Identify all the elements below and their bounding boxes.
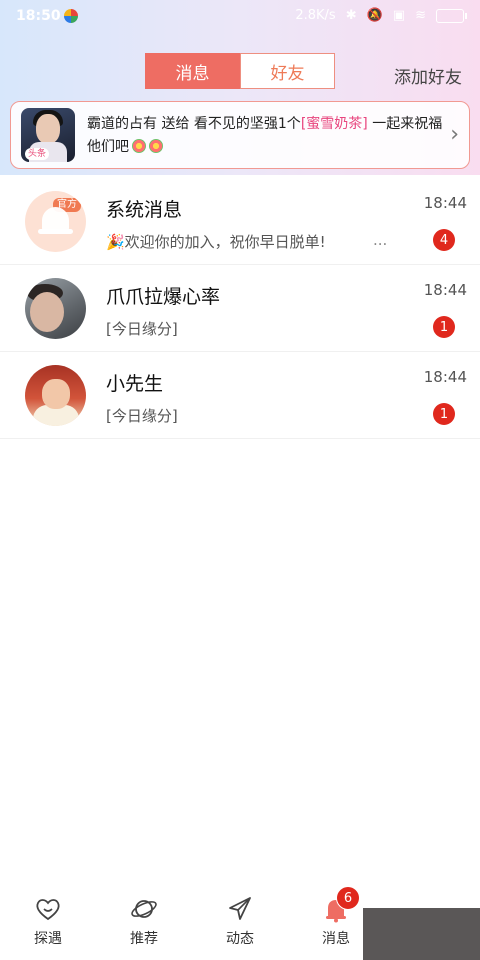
wifi-icon: ≋ [415, 8, 426, 23]
tab-messages[interactable]: 消息 [145, 53, 240, 89]
message-preview: [今日缘分] [106, 320, 178, 338]
nav-item-explore[interactable]: 探遇 [18, 894, 78, 948]
add-friend-button[interactable]: 添加好友 [394, 63, 462, 88]
message-row-user2[interactable]: 小先生 [今日缘分] 18:44 1 [0, 352, 480, 439]
user-avatar[interactable] [25, 365, 86, 426]
message-time: 18:44 [423, 194, 467, 212]
nav-label: 消息 [322, 931, 350, 947]
gift-banner[interactable]: 头条 霸道的占有 送给 看不见的坚强1个[蜜雪奶茶] 一起来祝福他们吧 › [10, 101, 470, 169]
flower-emoji-icon [149, 139, 163, 153]
message-name: 系统消息 [106, 199, 183, 221]
system-avatar[interactable]: 官方 [25, 191, 86, 252]
unread-badge: 1 [433, 316, 455, 338]
nav-label: 推荐 [130, 931, 158, 947]
bell-icon [42, 207, 69, 231]
nav-message-badge: 6 [336, 886, 360, 910]
dark-overlay [363, 908, 480, 960]
message-name: 小先生 [106, 373, 164, 395]
sim-icon: ▣ [392, 8, 406, 23]
nav-item-recommend[interactable]: 推荐 [114, 894, 174, 948]
message-preview: [今日缘分] [106, 407, 178, 425]
message-time: 18:44 [423, 281, 467, 299]
message-row-system[interactable]: 官方 系统消息 🎉欢迎你的加入，祝你早日脱单! ... 18:44 4 [0, 178, 480, 265]
message-list: 官方 系统消息 🎉欢迎你的加入，祝你早日脱单! ... 18:44 4 爪爪拉爆… [0, 178, 480, 439]
nav-item-moments[interactable]: 动态 [210, 894, 270, 948]
message-row-user1[interactable]: 爪爪拉爆心率 [今日缘分] 18:44 1 [0, 265, 480, 352]
unread-badge: 1 [433, 403, 455, 425]
message-tabs: 消息 好友 [145, 53, 335, 89]
bell-base [38, 229, 73, 234]
network-speed: 2.8K/s [295, 8, 336, 23]
banner-gift-highlight: [蜜雪奶茶] [300, 116, 368, 132]
flower-emoji-icon [132, 139, 146, 153]
banner-avatar: 头条 [21, 108, 75, 162]
status-time: 18:50 [16, 8, 61, 24]
nav-label: 探遇 [34, 931, 62, 947]
chevron-right-icon[interactable]: › [450, 122, 459, 147]
avatar-face [30, 292, 64, 332]
status-bar: 18:50 2.8K/s ✱ 🔕 ▣ ≋ [0, 0, 480, 34]
app-notification-icon [64, 9, 78, 23]
message-preview: 🎉欢迎你的加入，祝你早日脱单! [106, 233, 326, 251]
bluetooth-icon: ✱ [345, 8, 357, 23]
banner-text-part1: 霸道的占有 送给 看不见的坚强1个 [87, 116, 301, 132]
avatar-face [42, 379, 70, 409]
mute-icon: 🔕 [366, 8, 383, 23]
banner-text: 霸道的占有 送给 看不见的坚强1个[蜜雪奶茶] 一起来祝福他们吧 [87, 113, 447, 159]
planet-icon [129, 894, 159, 924]
nav-label: 动态 [226, 931, 254, 947]
paper-plane-icon [225, 894, 255, 924]
message-ellipsis: ... [373, 231, 388, 249]
unread-badge: 4 [433, 229, 455, 251]
message-name: 爪爪拉爆心率 [106, 286, 221, 308]
battery-icon [436, 8, 467, 23]
message-time: 18:44 [423, 368, 467, 386]
status-right: 2.8K/s ✱ 🔕 ▣ ≋ [295, 8, 467, 23]
tab-friends[interactable]: 好友 [240, 53, 335, 89]
headline-badge: 头条 [25, 148, 50, 160]
heart-face-icon [33, 894, 63, 924]
avatar-face [36, 114, 60, 144]
user-avatar[interactable] [25, 278, 86, 339]
